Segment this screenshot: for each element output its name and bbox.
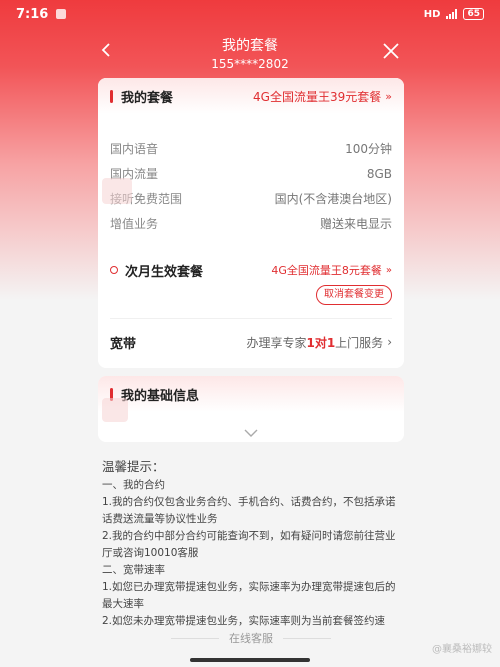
broadband-desc-em: 1对1 xyxy=(306,335,336,350)
online-service-label: 在线客服 xyxy=(229,632,273,645)
plan-row: 接听免费范围 国内(不含港澳台地区) xyxy=(110,186,392,211)
broadband-label: 宽带 xyxy=(110,336,137,352)
battery-level: 65 xyxy=(467,9,480,19)
watermark-text: @襄桑裕娜较 xyxy=(432,644,492,655)
nav-bar: 我的套餐 155****2802 xyxy=(0,32,500,76)
section-marker xyxy=(110,89,113,103)
status-right: HD 65 xyxy=(424,8,484,20)
plan-row-value: 100分钟 xyxy=(345,142,392,156)
plan-row-value: 赠送来电显示 xyxy=(319,217,392,231)
tips-line: 1.我的合约仅包含业务合约、手机合约、话费合约，不包括承诺话费送流量等协议性业务 xyxy=(102,496,396,525)
tips-line: 1.如您已办理宽带提速包业务，实际速率为办理宽带提速包后的最大速率 xyxy=(102,581,396,610)
plan-row-key: 国内语音 xyxy=(110,142,159,156)
chevron-right-icon: › xyxy=(387,335,392,349)
notification-icon xyxy=(56,9,67,19)
broadband-desc-pre: 办理享专家 xyxy=(246,335,307,350)
plan-label: 我的套餐 xyxy=(121,90,174,106)
battery-icon: 65 xyxy=(463,8,484,20)
broadband-desc-post: 上门服务 xyxy=(335,335,384,350)
next-plan-name: 4G全国流量王8元套餐 xyxy=(271,264,382,277)
double-chevron-right-icon: » xyxy=(385,89,392,103)
basic-watermark-icon xyxy=(102,398,128,422)
broadband-desc: 办理享专家1对1上门服务 xyxy=(246,334,383,351)
tips-section: 温馨提示： 一、我的合约 1.我的合约仅包含业务合约、手机合约、话费合约，不包括… xyxy=(102,458,402,630)
plan-header[interactable]: 我的套餐 4G全国流量王39元套餐 » xyxy=(98,78,404,114)
chevron-down-icon[interactable] xyxy=(98,426,404,440)
next-month-plan[interactable]: 次月生效套餐 4G全国流量王8元套餐 » xyxy=(110,260,392,280)
plan-row: 国内流量 8GB xyxy=(110,161,392,186)
plan-watermark-icon xyxy=(102,178,132,204)
plan-row: 国内语音 100分钟 xyxy=(110,136,392,161)
plan-row-key: 增值业务 xyxy=(110,217,159,231)
tips-line: 2.我的合约中部分合约可能查询不到，如有疑问时请您前往营业厅或咨询10010客服 xyxy=(102,530,396,559)
page-title: 我的套餐 xyxy=(222,38,278,54)
basic-info-header: 我的基础信息 xyxy=(98,376,404,412)
basic-info-card[interactable]: 我的基础信息 xyxy=(98,376,404,442)
plan-row-value: 8GB xyxy=(366,166,392,181)
online-service-button[interactable]: 在线客服 xyxy=(98,628,404,648)
status-bar: 7:16 HD 65 xyxy=(0,0,500,28)
cancel-plan-change-button[interactable]: 取消套餐变更 xyxy=(316,285,392,305)
tips-line: 一、我的合约 xyxy=(102,479,165,491)
home-indicator[interactable] xyxy=(190,658,310,662)
basic-info-label: 我的基础信息 xyxy=(121,388,200,404)
plan-card: 我的套餐 4G全国流量王39元套餐 » 国内语音 100分钟 国内流量 8GB … xyxy=(98,78,404,368)
tips-title: 温馨提示： xyxy=(102,459,165,474)
plan-row-value: 国内(不含港澳台地区) xyxy=(274,192,392,206)
plan-row: 增值业务 赠送来电显示 xyxy=(110,211,392,236)
close-icon[interactable] xyxy=(382,42,400,60)
next-plan-label: 次月生效套餐 xyxy=(125,264,204,280)
divider xyxy=(283,637,331,639)
status-time: 7:16 xyxy=(16,6,49,22)
chevron-left-icon[interactable] xyxy=(98,42,114,58)
hd-icon: HD xyxy=(423,8,441,20)
broadband-row[interactable]: 宽带 办理享专家1对1上门服务 › xyxy=(110,332,392,352)
current-plan-name: 4G全国流量王39元套餐 xyxy=(253,89,382,104)
signal-icon xyxy=(446,9,458,19)
phone-number: 155****2802 xyxy=(211,57,289,71)
divider xyxy=(171,637,219,639)
double-chevron-right-icon: » xyxy=(385,264,392,276)
tips-line: 二、宽带速率 xyxy=(102,564,165,576)
divider xyxy=(110,318,392,319)
plan-details: 国内语音 100分钟 国内流量 8GB 接听免费范围 国内(不含港澳台地区) 增… xyxy=(98,114,404,236)
circle-icon xyxy=(110,266,118,274)
